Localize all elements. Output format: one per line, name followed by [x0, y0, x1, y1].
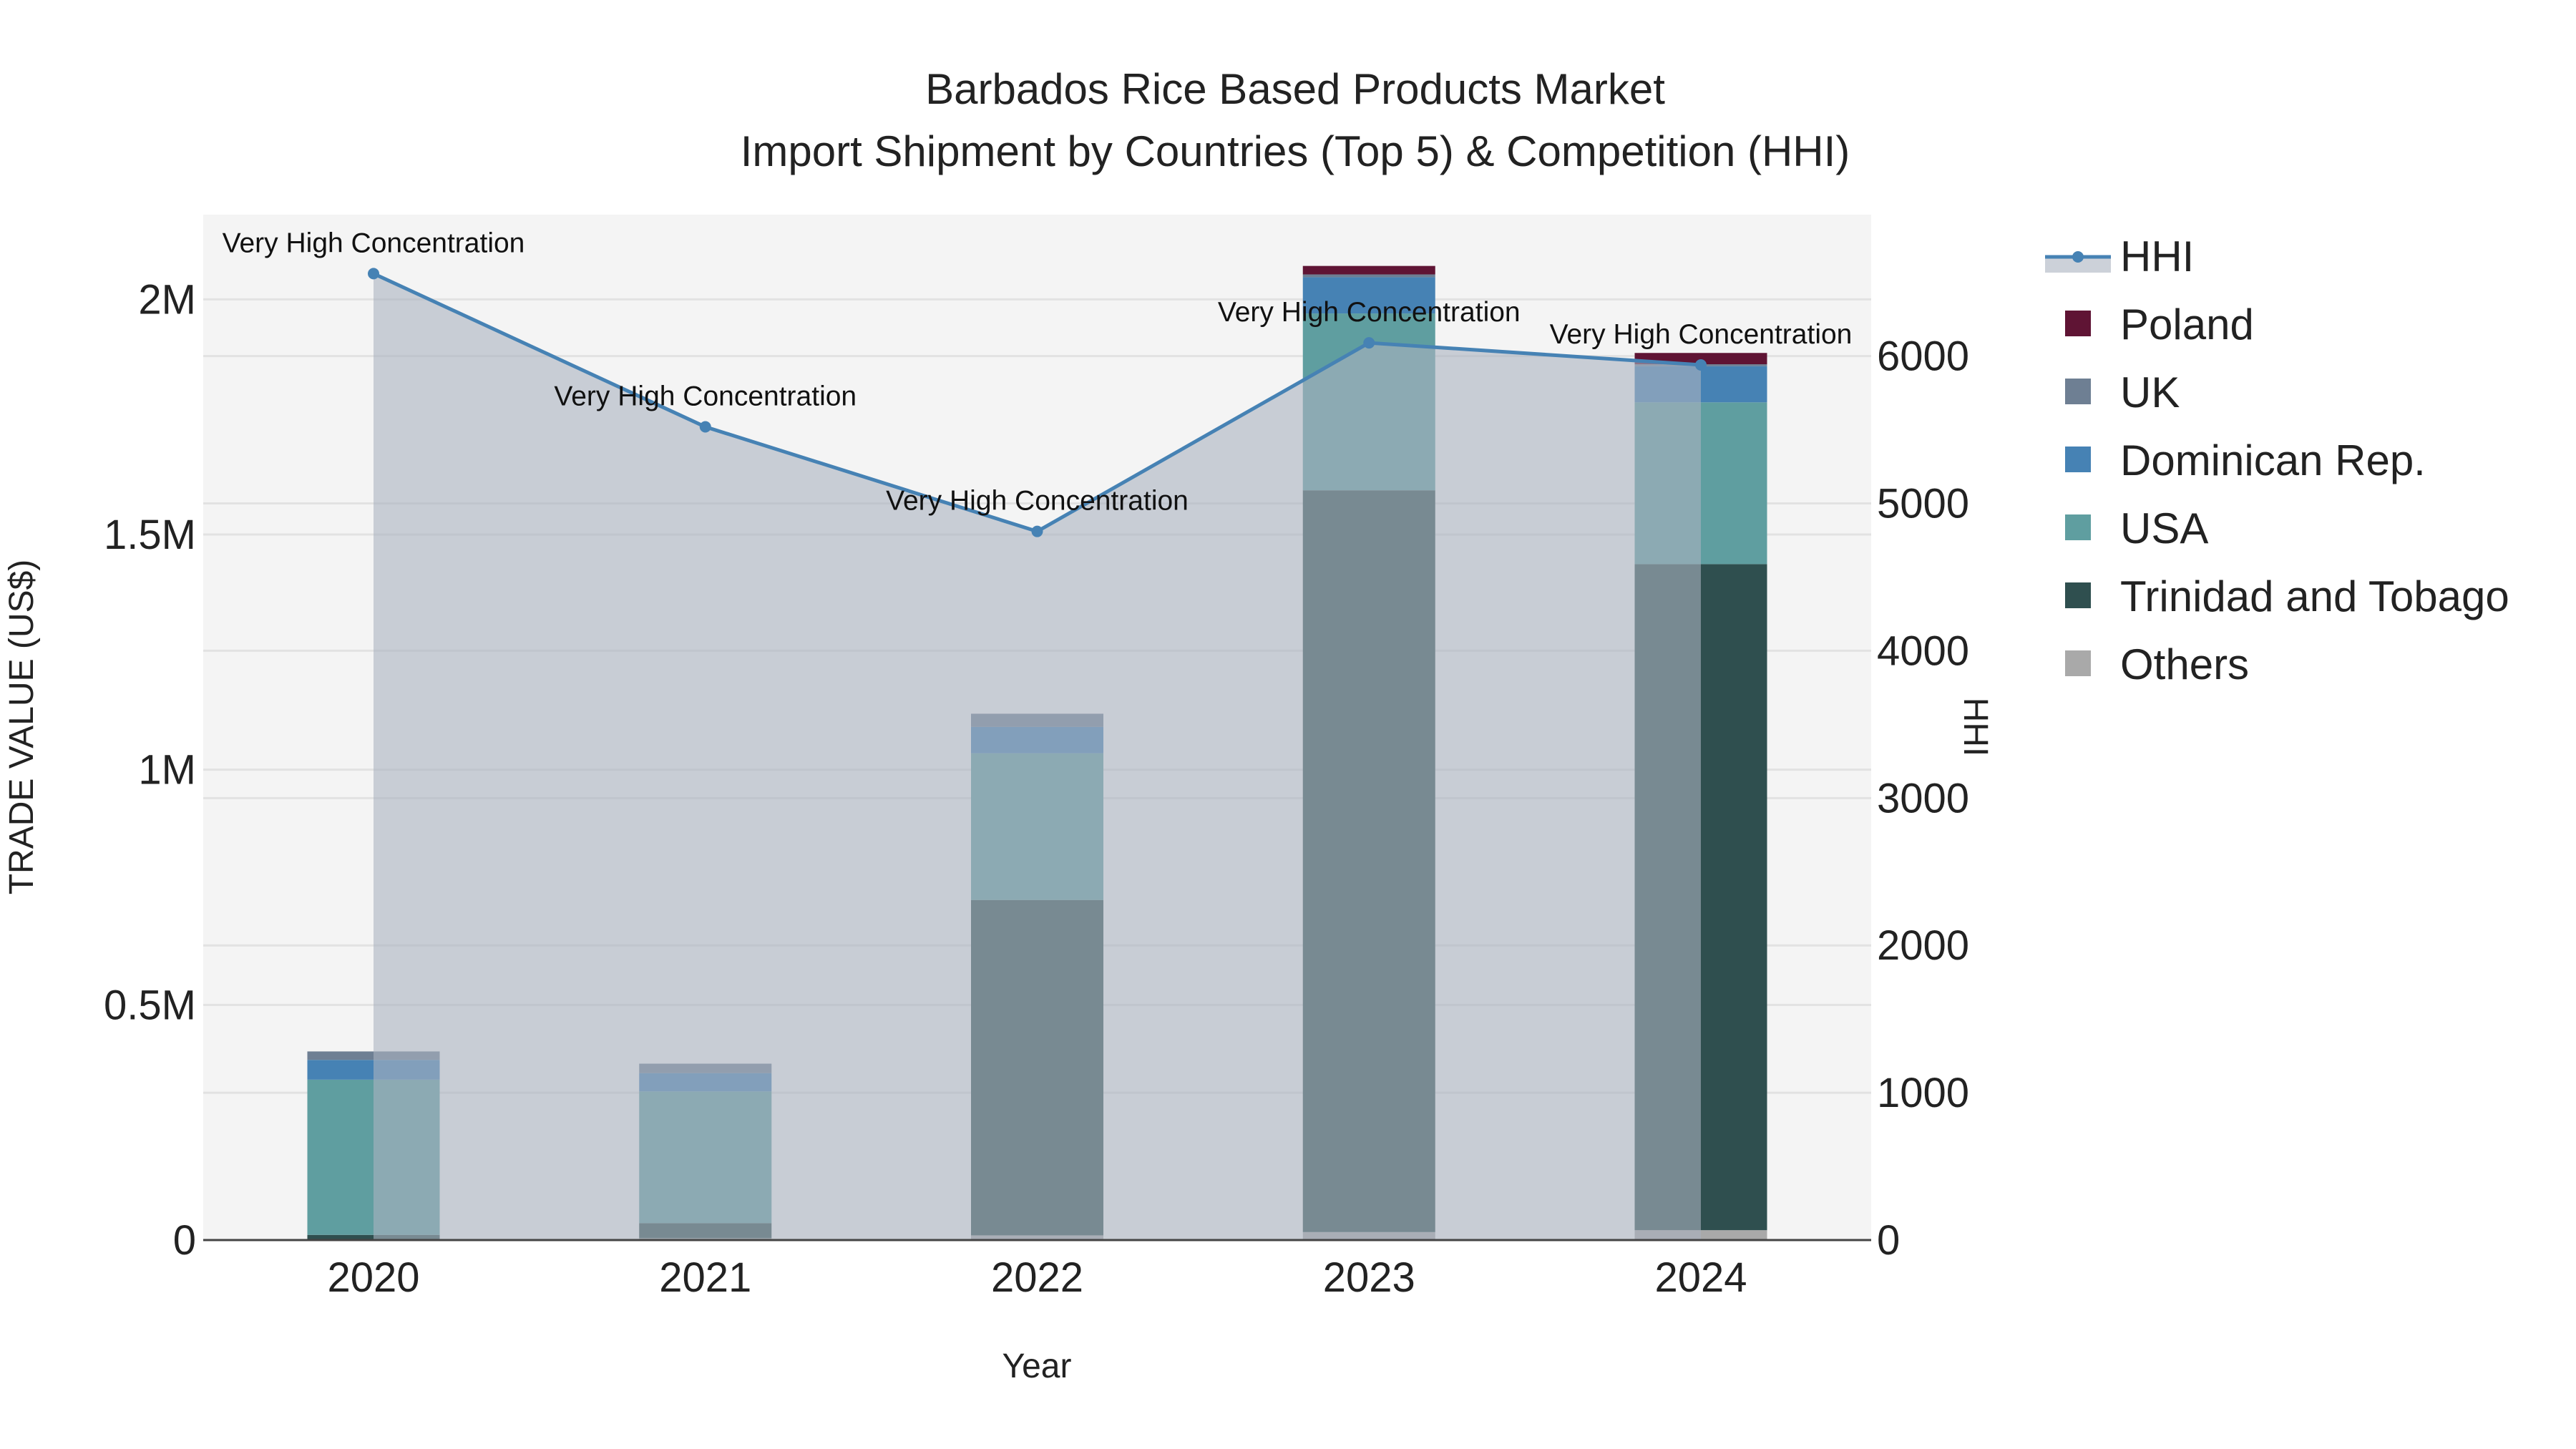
y-tick-label: 2M — [138, 276, 196, 323]
legend-label[interactable]: Trinidad and Tobago — [2120, 572, 2509, 620]
x-axis-title: Year — [1002, 1347, 1072, 1385]
hhi-annotation: Very High Concentration — [554, 381, 857, 411]
hhi-point-2024 — [1695, 359, 1707, 371]
legend-label[interactable]: Others — [2120, 640, 2249, 688]
hhi-point-2021 — [699, 421, 711, 433]
y-tick-label: 0 — [173, 1217, 196, 1264]
hhi-annotation: Very High Concentration — [1550, 319, 1853, 350]
y-axis-title: TRADE VALUE (US$) — [3, 560, 41, 895]
y2-tick-label: 3000 — [1877, 775, 1969, 821]
bar-uk-2023 — [1302, 274, 1435, 278]
legend-label[interactable]: Dominican Rep. — [2120, 436, 2426, 484]
legend-swatch-poland — [2065, 311, 2091, 336]
y-tick-label: 1.5M — [104, 512, 196, 558]
hhi-annotation: Very High Concentration — [886, 486, 1189, 517]
legend-swatch-dominican-rep- — [2065, 447, 2091, 472]
legend-hhi-marker — [2072, 251, 2084, 263]
hhi-point-2022 — [1031, 525, 1043, 537]
chart: Barbados Rice Based Products Market Impo… — [3, 65, 2509, 1385]
legend-swatch-uk — [2065, 379, 2091, 404]
hhi-point-2020 — [368, 268, 379, 280]
y2-tick-label: 0 — [1877, 1217, 1900, 1264]
x-tick-label: 2021 — [659, 1254, 751, 1301]
y-tick-label: 0.5M — [104, 982, 196, 1028]
legend-swatch-usa — [2065, 514, 2091, 540]
legend-swatch-others — [2065, 650, 2091, 676]
legend-label[interactable]: USA — [2120, 504, 2208, 552]
chart-title-line2: Import Shipment by Countries (Top 5) & C… — [741, 127, 1850, 175]
bar-poland-2023 — [1302, 265, 1435, 275]
x-tick-label: 2022 — [991, 1254, 1083, 1301]
y2-axis-title: HHI — [1956, 698, 1994, 757]
y2-tick-label: 6000 — [1877, 333, 1969, 380]
hhi-annotation: Very High Concentration — [1218, 297, 1521, 328]
legend-label[interactable]: UK — [2120, 369, 2180, 416]
x-tick-label: 2023 — [1323, 1254, 1415, 1301]
hhi-point-2023 — [1363, 337, 1375, 349]
legend-swatch-trinidad-and-tobago — [2065, 582, 2091, 608]
y2-tick-label: 5000 — [1877, 481, 1969, 527]
x-tick-label: 2024 — [1654, 1254, 1747, 1301]
legend-label[interactable]: HHI — [2120, 233, 2194, 280]
y2-tick-label: 4000 — [1877, 628, 1969, 674]
y-tick-label: 1M — [138, 747, 196, 794]
y2-tick-label: 2000 — [1877, 922, 1969, 969]
chart-title-line1: Barbados Rice Based Products Market — [925, 65, 1665, 113]
hhi-annotation: Very High Concentration — [223, 228, 525, 258]
y2-tick-label: 1000 — [1877, 1070, 1969, 1116]
x-tick-label: 2020 — [327, 1254, 419, 1301]
legend-label[interactable]: Poland — [2120, 301, 2254, 348]
